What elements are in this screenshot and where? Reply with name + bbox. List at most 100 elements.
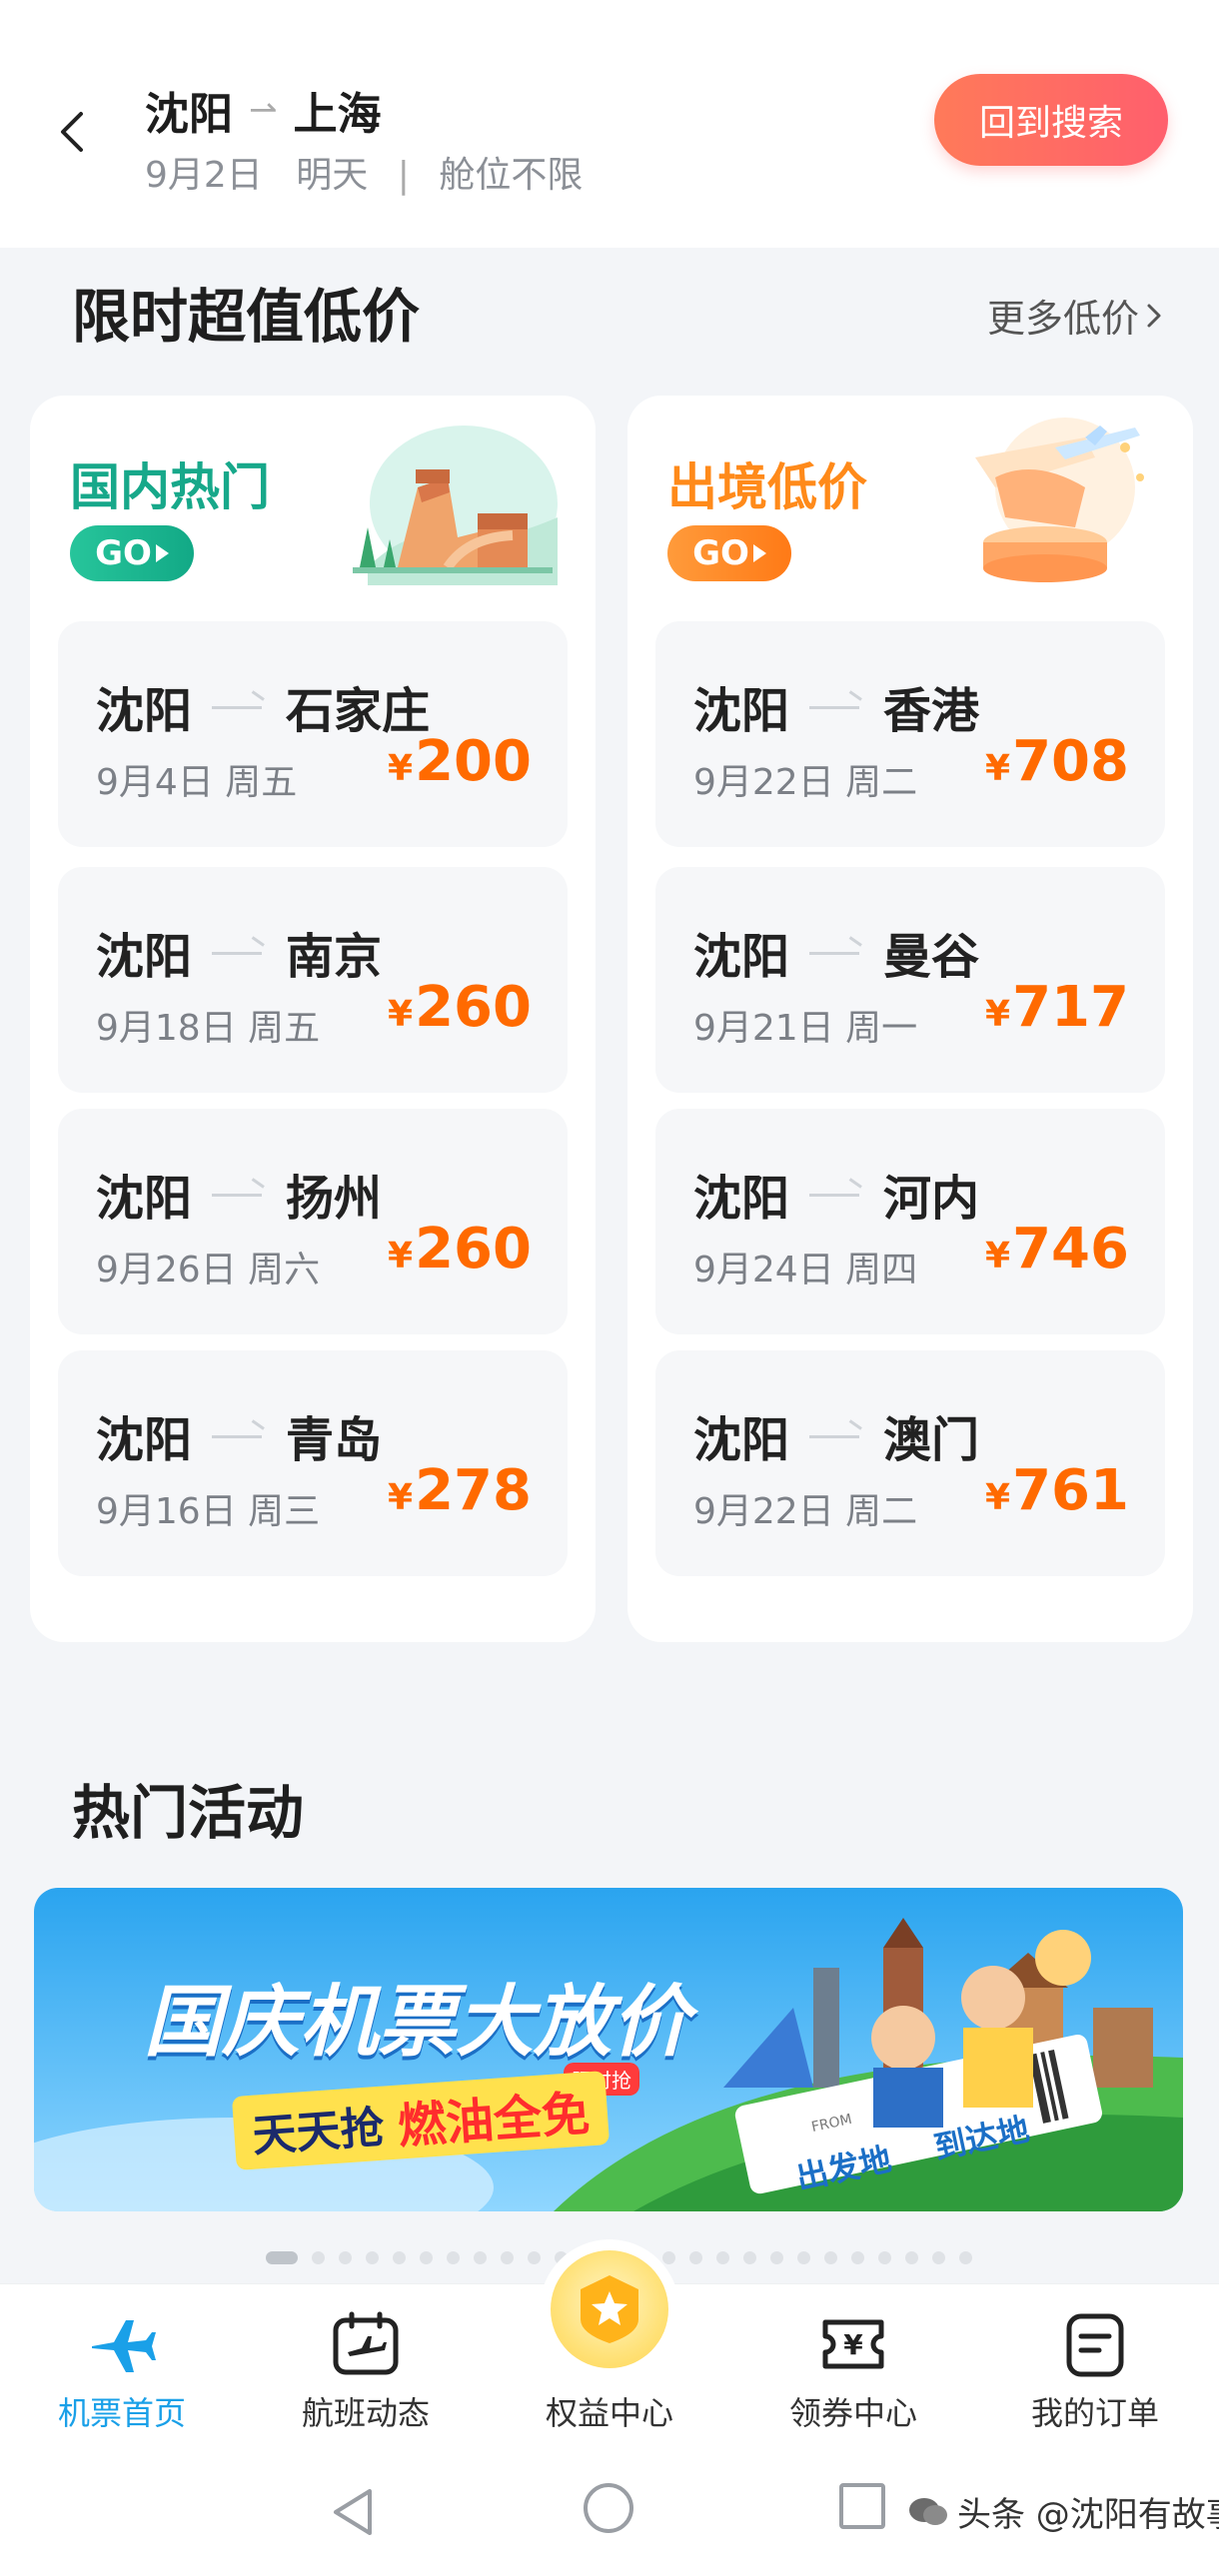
travel-date: 9月2日 [145,155,263,196]
deal-price: ¥ 708 [985,729,1129,794]
tab-flight-home[interactable]: 机票首页 [22,2284,222,2448]
currency-symbol: ¥ [388,994,414,1035]
deal-card[interactable]: 沈阳 河内 9月24日 周四 ¥ 746 [655,1109,1165,1334]
nav-recent-icon[interactable] [839,2483,885,2529]
pagination-dot[interactable] [339,2250,352,2264]
deal-date: 9月26日 周六 [96,1250,321,1290]
deal-route: 沈阳 青岛 [96,1400,382,1470]
activity-banner[interactable]: 国庆机票大放价 限时抢 天天抢 燃油全免 FROM 出发地 到达地 [34,1888,1183,2211]
price-value: 260 [415,1217,532,1282]
domestic-panel: 国内热门 GO 沈阳 石家庄 9月4日 周五 ¥ 200 沈阳 南京 9月18日… [30,396,596,1642]
deal-from: 沈阳 [693,1412,790,1468]
pagination-dot[interactable] [905,2250,918,2264]
pagination-dot-active[interactable] [266,2250,298,2264]
route-arrow-icon [809,696,863,716]
deal-to: 扬州 [286,1171,383,1227]
star-badge-icon [551,2250,668,2368]
route-arrow-icon [212,1184,266,1204]
deal-to: 河内 [883,1171,980,1227]
pagination-dot[interactable] [743,2250,756,2264]
back-to-search-button[interactable]: 回到搜索 [934,74,1168,166]
deal-route: 沈阳 石家庄 [96,671,430,741]
international-go-button[interactable]: GO [667,525,791,581]
currency-symbol: ¥ [388,748,414,789]
price-value: 200 [415,729,532,794]
currency-symbol: ¥ [388,1477,414,1518]
nav-back-icon[interactable] [330,2485,376,2539]
pagination-dot[interactable] [851,2250,864,2264]
domestic-go-button[interactable]: GO [70,525,194,581]
domestic-title[interactable]: 国内热门 [70,447,270,519]
pagination-dot[interactable] [501,2250,514,2264]
pagination-dot[interactable] [716,2250,729,2264]
deal-card[interactable]: 沈阳 青岛 9月16日 周三 ¥ 278 [58,1350,568,1576]
pagination-dot[interactable] [797,2250,810,2264]
wechat-icon [909,2497,947,2525]
price-value: 278 [415,1458,532,1523]
plane-podium-illustration [975,418,1144,582]
system-navigation-bar: 头条 @沈阳有故事 [0,2447,1219,2576]
deal-from: 沈阳 [693,929,790,985]
international-title[interactable]: 出境低价 [667,447,867,519]
deal-card[interactable]: 沈阳 香港 9月22日 周二 ¥ 708 [655,621,1165,847]
back-button[interactable] [48,96,96,168]
pagination-dot[interactable] [932,2250,945,2264]
international-panel: 出境低价 GO 沈阳 香港 9月22日 周二 ¥ 708 沈阳 曼谷 9月21日… [627,396,1193,1642]
deal-price: ¥ 761 [985,1458,1129,1523]
go-label: GO [95,533,152,573]
pagination-dot[interactable] [959,2250,972,2264]
banner-right-text: 燃油全免 [396,2086,592,2155]
tab-coupons[interactable]: ¥ 领券中心 [753,2284,953,2448]
pagination-dot[interactable] [420,2250,433,2264]
currency-symbol: ¥ [388,1236,414,1277]
chevron-left-icon [61,112,83,152]
deal-to: 澳门 [883,1412,980,1468]
pagination-dot[interactable] [528,2250,541,2264]
origin-city: 沈阳 [145,89,233,140]
deal-card[interactable]: 沈阳 澳门 9月22日 周二 ¥ 761 [655,1350,1165,1576]
route-subtitle: 9月2日 明天 | 舱位不限 [145,146,583,198]
pagination-dot[interactable] [447,2250,460,2264]
tab-label: 权益中心 [545,2394,673,2432]
great-wall-illustration [353,426,558,585]
pagination-dot[interactable] [662,2250,675,2264]
deal-from: 沈阳 [693,683,790,739]
tab-orders[interactable]: 我的订单 [995,2284,1195,2448]
price-value: 260 [415,975,532,1040]
deal-card[interactable]: 沈阳 石家庄 9月4日 周五 ¥ 200 [58,621,568,847]
day-label: 明天 [296,155,369,196]
activities-section-title: 热门活动 [72,1779,305,1847]
pagination-dot[interactable] [878,2250,891,2264]
more-deals-label: 更多低价 [986,297,1139,341]
deal-date: 9月16日 周三 [96,1491,321,1532]
watermark: 头条 @沈阳有故事 [907,2487,1219,2536]
pagination-dot[interactable] [824,2250,837,2264]
deal-route: 沈阳 河内 [693,1159,979,1229]
route-arrow-icon [212,942,266,962]
pagination-dot[interactable] [689,2250,702,2264]
pagination-dot[interactable] [474,2250,487,2264]
price-value: 761 [1012,1458,1129,1523]
deal-route: 沈阳 曼谷 [693,917,979,987]
tab-label: 航班动态 [301,2394,430,2432]
deal-from: 沈阳 [96,1171,193,1227]
pagination-dot[interactable] [770,2250,783,2264]
pagination-dot[interactable] [312,2250,325,2264]
price-value: 746 [1012,1217,1129,1282]
pagination-dot[interactable] [393,2250,406,2264]
top-header: 沈阳 ⇀ 上海 9月2日 明天 | 舱位不限 回到搜索 [0,0,1219,248]
more-deals-link[interactable]: 更多低价 [987,288,1163,343]
benefits-center-button[interactable] [540,2239,679,2379]
deal-card[interactable]: 沈阳 扬州 9月26日 周六 ¥ 260 [58,1109,568,1334]
deal-card[interactable]: 沈阳 南京 9月18日 周五 ¥ 260 [58,867,568,1093]
svg-text:¥: ¥ [843,2328,863,2361]
deal-card[interactable]: 沈阳 曼谷 9月21日 周一 ¥ 717 [655,867,1165,1093]
deal-from: 沈阳 [693,1171,790,1227]
nav-home-icon[interactable] [584,2483,633,2533]
pagination-dot[interactable] [366,2250,379,2264]
currency-symbol: ¥ [985,994,1011,1035]
route-title: 沈阳 ⇀ 上海 [145,78,382,142]
flight-calendar-icon [328,2306,404,2382]
tab-flight-status[interactable]: 航班动态 [266,2284,466,2448]
banner-headline: 国庆机票大放价 [144,1978,690,2068]
